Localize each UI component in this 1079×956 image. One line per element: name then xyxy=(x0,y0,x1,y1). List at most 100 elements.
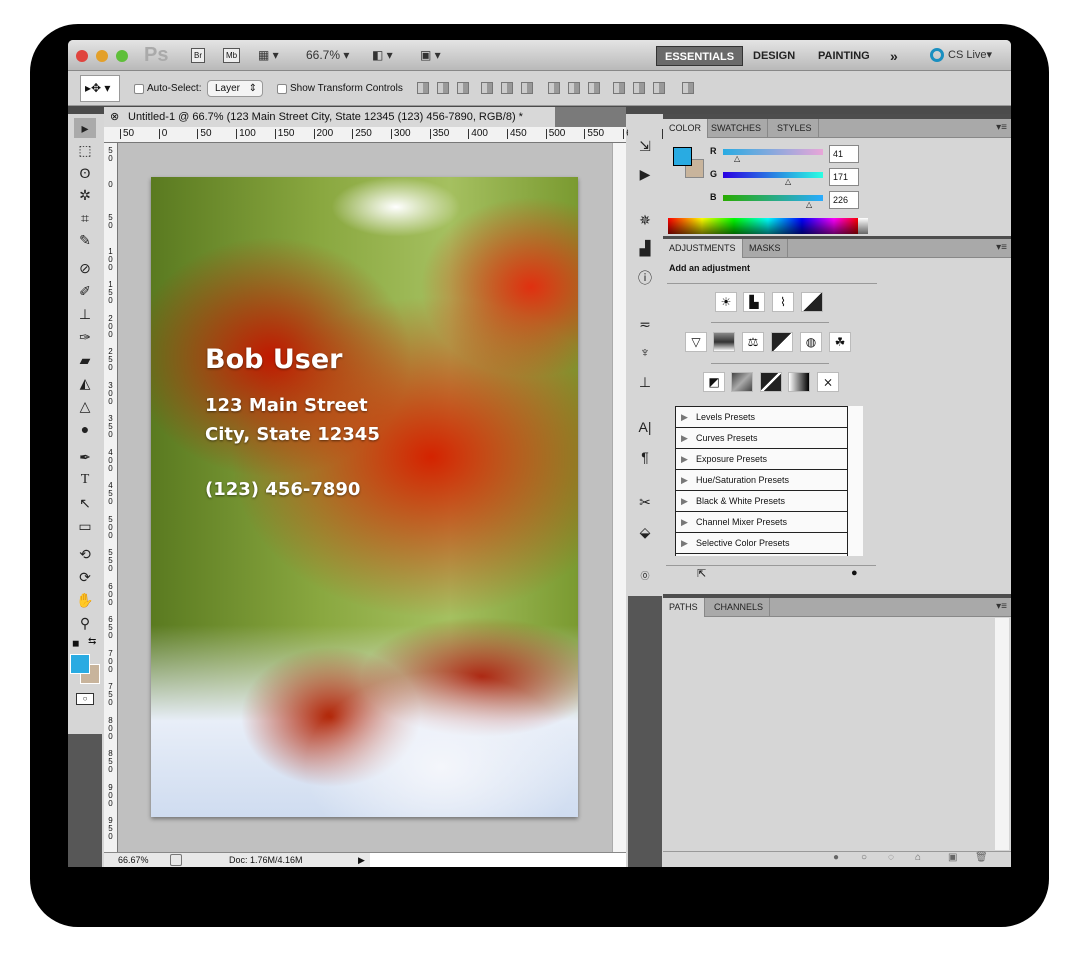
tab-color[interactable]: COLOR xyxy=(663,119,709,138)
minimize-window-button[interactable] xyxy=(96,50,108,62)
status-preview-icon[interactable] xyxy=(170,854,182,866)
hand-tool-icon[interactable]: ✋ xyxy=(74,590,96,610)
rectangle-tool-icon[interactable]: ▭ xyxy=(74,516,96,536)
tab-paths[interactable]: PATHS xyxy=(663,598,705,617)
distribute-bottom-icon[interactable] xyxy=(588,82,600,94)
tab-swatches[interactable]: SWATCHES xyxy=(705,119,769,138)
screen-mode-dropdown[interactable]: ▣ ▾ xyxy=(420,48,441,62)
canvas-area[interactable]: Bob User 123 Main Street City, State 123… xyxy=(118,143,612,852)
panel-menu-icon[interactable]: ▾≡ xyxy=(996,122,1007,133)
brush-presets-panel-icon[interactable]: ≂ xyxy=(635,314,655,334)
vertical-ruler[interactable]: 5 0 0 5 0 1 0 0 1 5 0 2 0 0 2 5 0 3 0 0 3 5 0 4 0… xyxy=(104,143,118,852)
tab-adjustments[interactable]: ADJUSTMENTS xyxy=(663,239,743,258)
panel-menu-icon[interactable]: ▾≡ xyxy=(996,242,1007,253)
tool-preset-picker[interactable]: ▸✥ ▾ xyxy=(80,75,120,102)
r-slider-handle[interactable]: △ xyxy=(734,154,740,163)
foreground-color-swatch[interactable] xyxy=(70,654,90,674)
photo-filter-icon[interactable]: ◍ xyxy=(800,332,822,352)
mini-bridge-button[interactable]: Mb xyxy=(223,48,241,63)
card-name-text[interactable]: Bob User xyxy=(205,344,342,375)
type-tool-icon[interactable]: T xyxy=(74,470,96,490)
marquee-tool-icon[interactable]: ⬚ xyxy=(74,140,96,160)
cs-live-menu[interactable]: CS Live▾ xyxy=(948,48,992,61)
info-panel-icon[interactable]: ⓘ xyxy=(635,268,655,288)
status-zoom[interactable]: 66.67% xyxy=(118,853,149,867)
card-street-text[interactable]: 123 Main Street xyxy=(205,395,368,416)
arrange-documents-dropdown[interactable]: ◧ ▾ xyxy=(372,48,393,62)
eyedropper-tool-icon[interactable]: ✎ xyxy=(74,230,96,250)
document-tab[interactable]: ⊗ Untitled-1 @ 66.7% (123 Main Street Ci… xyxy=(104,107,555,127)
tool-presets-panel-icon[interactable]: ✂ xyxy=(635,492,655,512)
brightness-contrast-icon[interactable]: ☀ xyxy=(715,292,737,312)
3d-orbit-tool-icon[interactable]: ⟳ xyxy=(74,567,96,587)
brush-tool-icon[interactable]: ✐ xyxy=(74,281,96,301)
distribute-horizontal-centers-icon[interactable] xyxy=(633,82,645,94)
pen-tool-icon[interactable]: ✒ xyxy=(74,447,96,467)
workspace-essentials[interactable]: ESSENTIALS xyxy=(656,46,744,66)
black-white-icon[interactable] xyxy=(771,332,793,352)
dodge-tool-icon[interactable]: ● xyxy=(74,419,96,439)
levels-icon[interactable]: ▙ xyxy=(743,292,765,312)
business-card-image[interactable]: Bob User 123 Main Street City, State 123… xyxy=(151,177,578,817)
clone-stamp-tool-icon[interactable]: ⊥ xyxy=(74,304,96,324)
cs-review-panel-icon[interactable]: ⓪ xyxy=(635,566,655,586)
align-horizontal-centers-icon[interactable] xyxy=(501,82,513,94)
close-window-button[interactable] xyxy=(76,50,88,62)
character-panel-icon[interactable]: A| xyxy=(635,417,655,437)
paint-bucket-tool-icon[interactable]: ◭ xyxy=(74,373,96,393)
preset-black-white[interactable]: ▶ Black & White Presets xyxy=(676,491,848,512)
align-right-edges-icon[interactable] xyxy=(521,82,533,94)
preset-channel-mixer[interactable]: ▶ Channel Mixer Presets xyxy=(676,512,848,533)
paragraph-panel-icon[interactable]: ¶ xyxy=(635,447,655,467)
vertical-scrollbar[interactable] xyxy=(612,143,626,852)
preset-selective-color[interactable]: ▶ Selective Color Presets xyxy=(676,533,848,554)
zoom-level-dropdown[interactable]: 66.7% ▾ xyxy=(306,48,349,62)
histogram-panel-icon[interactable]: ▟ xyxy=(635,238,655,258)
color-spectrum-ramp[interactable] xyxy=(668,218,868,234)
load-path-as-selection-icon[interactable]: ◌ xyxy=(888,852,894,863)
r-value-input[interactable]: 41 xyxy=(829,145,859,163)
selective-color-icon[interactable]: ⨯ xyxy=(817,372,839,392)
card-phone-text[interactable]: (123) 456-7890 xyxy=(205,479,360,500)
brush-panel-icon[interactable]: ♆ xyxy=(635,342,655,362)
delete-path-icon[interactable]: 🗑 xyxy=(975,852,988,863)
foreground-color-swatch[interactable] xyxy=(673,147,692,166)
show-transform-controls-checkbox[interactable] xyxy=(277,84,287,94)
clip-to-layer-icon[interactable]: ⇱ xyxy=(697,567,706,580)
auto-select-dropdown[interactable]: Layer ⇕ xyxy=(207,80,263,97)
history-panel-icon[interactable]: ⇲ xyxy=(635,136,655,156)
clone-source-panel-icon[interactable]: ⊥ xyxy=(635,372,655,392)
align-left-edges-icon[interactable] xyxy=(481,82,493,94)
magic-wand-tool-icon[interactable]: ✲ xyxy=(74,185,96,205)
g-slider-handle[interactable]: △ xyxy=(785,177,791,186)
paths-scrollbar[interactable] xyxy=(995,618,1009,850)
navigator-panel-icon[interactable]: ✵ xyxy=(635,210,655,230)
hue-saturation-icon[interactable] xyxy=(713,332,735,352)
3d-rotate-tool-icon[interactable]: ⟲ xyxy=(74,544,96,564)
view-previous-state-icon[interactable]: ● xyxy=(851,567,858,579)
more-workspaces-icon[interactable]: » xyxy=(882,46,906,66)
new-path-icon[interactable]: ▣ xyxy=(948,852,957,863)
preset-curves[interactable]: ▶ Curves Presets xyxy=(676,428,848,449)
zoom-window-button[interactable] xyxy=(116,50,128,62)
g-value-input[interactable]: 171 xyxy=(829,168,859,186)
vibrance-icon[interactable]: ▽ xyxy=(685,332,707,352)
horizontal-scrollbar[interactable] xyxy=(370,853,626,867)
b-slider-handle[interactable]: △ xyxy=(806,200,812,209)
distribute-right-icon[interactable] xyxy=(653,82,665,94)
crop-tool-icon[interactable]: ⌗ xyxy=(74,208,96,228)
align-bottom-edges-icon[interactable] xyxy=(457,82,469,94)
threshold-icon[interactable] xyxy=(760,372,782,392)
preset-hue-saturation[interactable]: ▶ Hue/Saturation Presets xyxy=(676,470,848,491)
auto-select-checkbox[interactable] xyxy=(134,84,144,94)
stroke-path-icon[interactable]: ○ xyxy=(861,852,867,863)
blur-tool-icon[interactable]: △ xyxy=(74,396,96,416)
healing-brush-tool-icon[interactable]: ⊘ xyxy=(74,258,96,278)
distribute-vertical-centers-icon[interactable] xyxy=(568,82,580,94)
preset-exposure[interactable]: ▶ Exposure Presets xyxy=(676,449,848,470)
color-balance-icon[interactable]: ⚖ xyxy=(742,332,764,352)
lasso-tool-icon[interactable]: ʘ xyxy=(74,163,96,183)
posterize-icon[interactable] xyxy=(731,372,753,392)
align-top-edges-icon[interactable] xyxy=(417,82,429,94)
workspace-painting[interactable]: PAINTING xyxy=(810,46,878,66)
